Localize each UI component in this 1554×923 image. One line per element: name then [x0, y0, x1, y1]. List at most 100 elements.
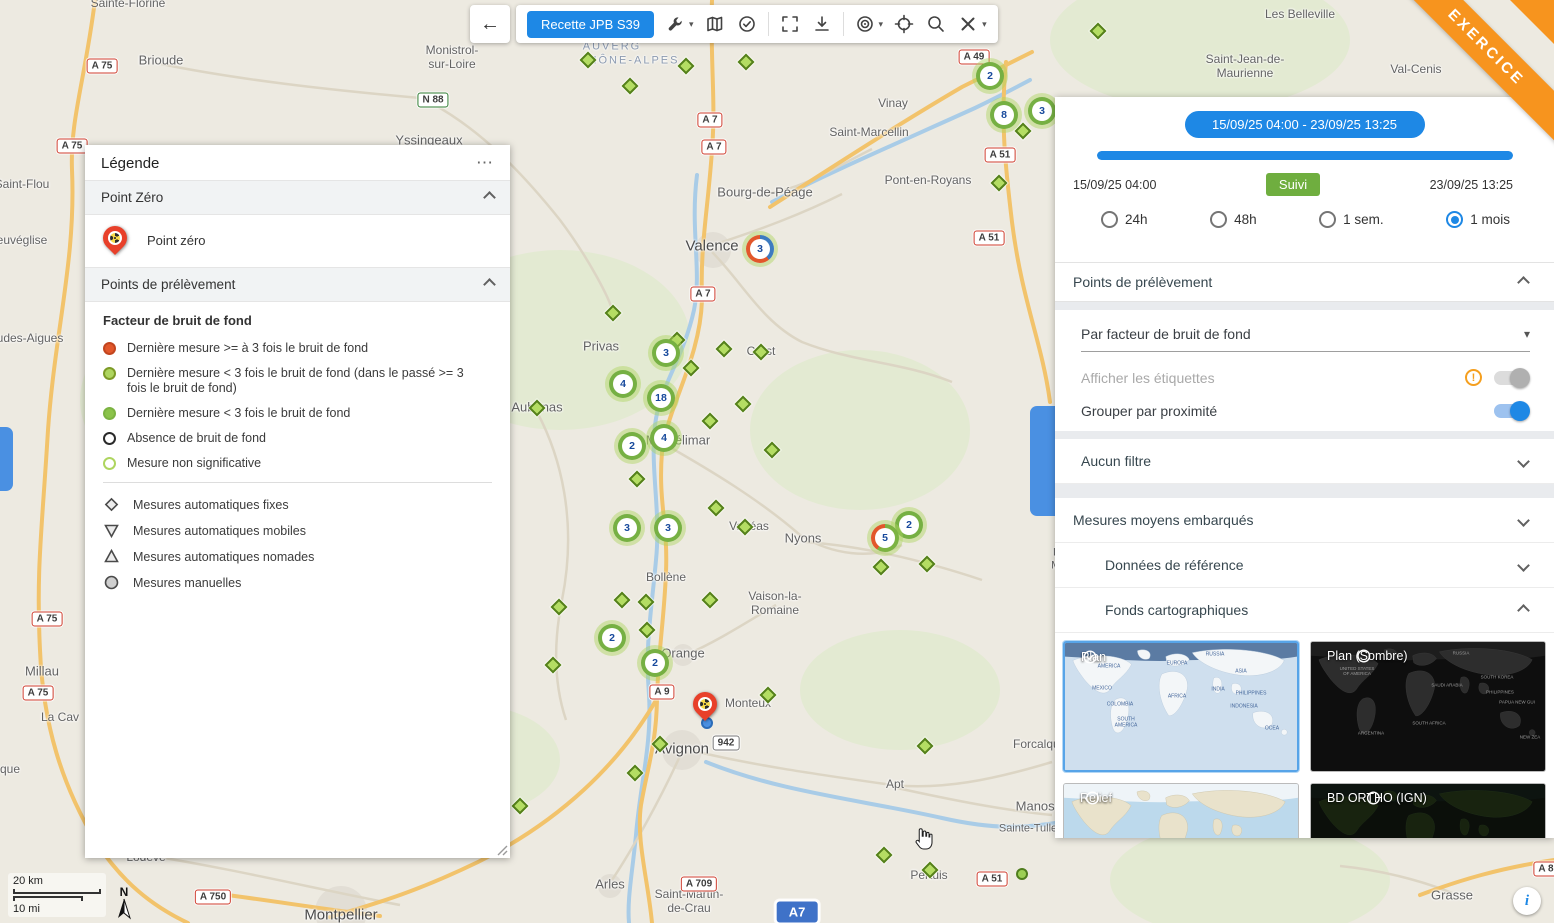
group-toggle-label: Grouper par proximité — [1081, 403, 1482, 419]
measure-point-diamond[interactable] — [638, 594, 655, 611]
measure-point-diamond[interactable] — [708, 500, 725, 517]
basemap-ortho[interactable]: BD ORTHO (IGN) — [1310, 783, 1546, 838]
measure-point-diamond[interactable] — [551, 599, 568, 616]
cluster-marker[interactable]: 18 — [647, 384, 675, 412]
advanced-tools-icon[interactable] — [957, 13, 979, 35]
measure-point-diamond[interactable] — [614, 592, 631, 609]
scale-mi-label: 10 mi — [13, 903, 101, 915]
crosshair-icon[interactable] — [893, 13, 915, 35]
labels-toggle[interactable] — [1494, 371, 1528, 385]
right-panel-handle[interactable] — [1030, 406, 1056, 516]
time-preset-label: 1 mois — [1470, 212, 1510, 227]
cluster-marker[interactable]: 3 — [746, 235, 774, 263]
factor-select[interactable]: Par facteur de bruit de fond ▾ — [1081, 326, 1530, 352]
cluster-marker[interactable]: 3 — [654, 514, 682, 542]
map-itinerary-icon[interactable] — [704, 13, 726, 35]
cluster-marker[interactable]: 8 — [990, 101, 1018, 129]
chevron-up-icon — [1517, 276, 1530, 289]
cluster-marker[interactable]: 3 — [1028, 97, 1056, 125]
legend-section-points[interactable]: Points de prélèvement — [85, 267, 510, 302]
bullseye-icon[interactable] — [854, 13, 876, 35]
point-zero-map-pin[interactable] — [691, 690, 719, 722]
download-icon[interactable] — [811, 13, 833, 35]
measure-point-diamond[interactable] — [512, 798, 529, 815]
legend-resize-handle[interactable] — [496, 844, 508, 856]
measure-point-diamond[interactable] — [545, 657, 562, 674]
basemaps-section-header[interactable]: Fonds cartographiques — [1055, 588, 1554, 633]
measure-point-diamond[interactable] — [738, 54, 755, 71]
measure-point-diamond[interactable] — [922, 862, 939, 879]
measure-point-diamond[interactable] — [735, 396, 752, 413]
measure-point-diamond[interactable] — [605, 305, 622, 322]
measure-point-diamond[interactable] — [716, 341, 733, 358]
cluster-marker[interactable]: 2 — [976, 62, 1004, 90]
time-preset-label: 24h — [1125, 212, 1148, 227]
measure-point-diamond[interactable] — [678, 58, 695, 75]
reference-section-header[interactable]: Données de référence — [1055, 543, 1554, 588]
back-button[interactable]: ← — [470, 5, 510, 43]
measure-point-diamond[interactable] — [702, 413, 719, 430]
cluster-marker[interactable]: 3 — [613, 514, 641, 542]
measure-point-diamond[interactable] — [702, 592, 719, 609]
measure-point-diamond[interactable] — [873, 559, 890, 576]
cluster-marker[interactable]: 4 — [650, 424, 678, 452]
basemap-label: BD ORTHO (IGN) — [1320, 791, 1427, 805]
date-range-button[interactable]: 15/09/25 04:00 - 23/09/25 13:25 — [1185, 111, 1425, 138]
recipe-button[interactable]: Recette JPB S39 — [527, 11, 654, 38]
time-slider[interactable] — [1097, 151, 1513, 160]
measure-point-dot[interactable] — [1016, 868, 1028, 880]
measure-point-diamond[interactable] — [760, 687, 777, 704]
time-preset-24h[interactable]: 24h — [1101, 211, 1148, 228]
measure-point-diamond[interactable] — [580, 52, 597, 69]
thumbnail-map-label: NEW ZEA — [1520, 736, 1541, 741]
cluster-marker[interactable]: 4 — [609, 370, 637, 398]
measure-point-diamond[interactable] — [753, 344, 770, 361]
measure-point-diamond[interactable] — [876, 847, 893, 864]
measure-point-diamond[interactable] — [639, 622, 656, 639]
toggle-knob — [1510, 401, 1530, 421]
filter-section-header[interactable]: Aucun filtre — [1055, 439, 1554, 484]
check-circle-icon[interactable] — [736, 13, 758, 35]
cluster-marker[interactable]: 2 — [641, 649, 669, 677]
frame-extent-icon[interactable] — [779, 13, 801, 35]
wrench-caret-icon[interactable]: ▾ — [689, 19, 694, 30]
bullseye-caret-icon[interactable]: ▾ — [879, 19, 884, 30]
embedded-section-header[interactable]: Mesures moyens embarqués — [1055, 498, 1554, 543]
wrench-tools-icon[interactable] — [664, 13, 686, 35]
thumbnail-map-label: SAUDI ARABIA — [1431, 684, 1462, 689]
measure-point-diamond[interactable] — [1015, 123, 1032, 140]
measure-point-diamond[interactable] — [737, 519, 754, 536]
measure-point-diamond[interactable] — [652, 736, 669, 753]
legend-section-point-zero[interactable]: Point Zéro — [85, 180, 510, 215]
basemap-light[interactable]: PlanRUSSIAASIAEUROPAAMERICAMEXICOCOLOMBI… — [1063, 641, 1299, 772]
magnifier-icon[interactable] — [925, 13, 947, 35]
info-button[interactable]: i — [1513, 887, 1541, 915]
advanced-tools-caret-icon[interactable]: ▾ — [982, 19, 987, 30]
measure-point-diamond[interactable] — [529, 400, 546, 417]
legend-menu-button[interactable]: ⋯ — [476, 153, 494, 173]
measure-point-diamond[interactable] — [917, 738, 934, 755]
measure-point-diamond[interactable] — [627, 765, 644, 782]
measure-point-diamond[interactable] — [1090, 23, 1107, 40]
measure-point-diamond[interactable] — [622, 78, 639, 95]
cluster-marker[interactable]: 3 — [652, 339, 680, 367]
measure-point-diamond[interactable] — [919, 556, 936, 573]
follow-button[interactable]: Suivi — [1266, 173, 1320, 196]
basemap-relief[interactable]: Relief — [1063, 783, 1299, 838]
time-preset-48h[interactable]: 48h — [1210, 211, 1257, 228]
section-points-header[interactable]: Points de prélèvement — [1055, 262, 1554, 302]
basemap-dark[interactable]: Plan (Sombre)RUSSIAUNITED STATES OF AMER… — [1310, 641, 1546, 772]
time-preset-1mois[interactable]: 1 mois — [1446, 211, 1510, 228]
cluster-marker[interactable]: 2 — [598, 624, 626, 652]
measure-point-diamond[interactable] — [991, 175, 1008, 192]
measure-point-diamond[interactable] — [764, 442, 781, 459]
cluster-marker[interactable]: 2 — [895, 511, 923, 539]
left-panel-handle[interactable] — [0, 427, 13, 491]
measure-point-diamond[interactable] — [683, 360, 700, 377]
time-preset-1sem[interactable]: 1 sem. — [1319, 211, 1384, 228]
measure-point-diamond[interactable] — [629, 471, 646, 488]
cluster-marker[interactable]: 2 — [618, 432, 646, 460]
thumbnail-map-label: RUSSIA — [1453, 652, 1470, 657]
group-toggle[interactable] — [1494, 404, 1528, 418]
cluster-marker[interactable]: 5 — [871, 524, 899, 552]
